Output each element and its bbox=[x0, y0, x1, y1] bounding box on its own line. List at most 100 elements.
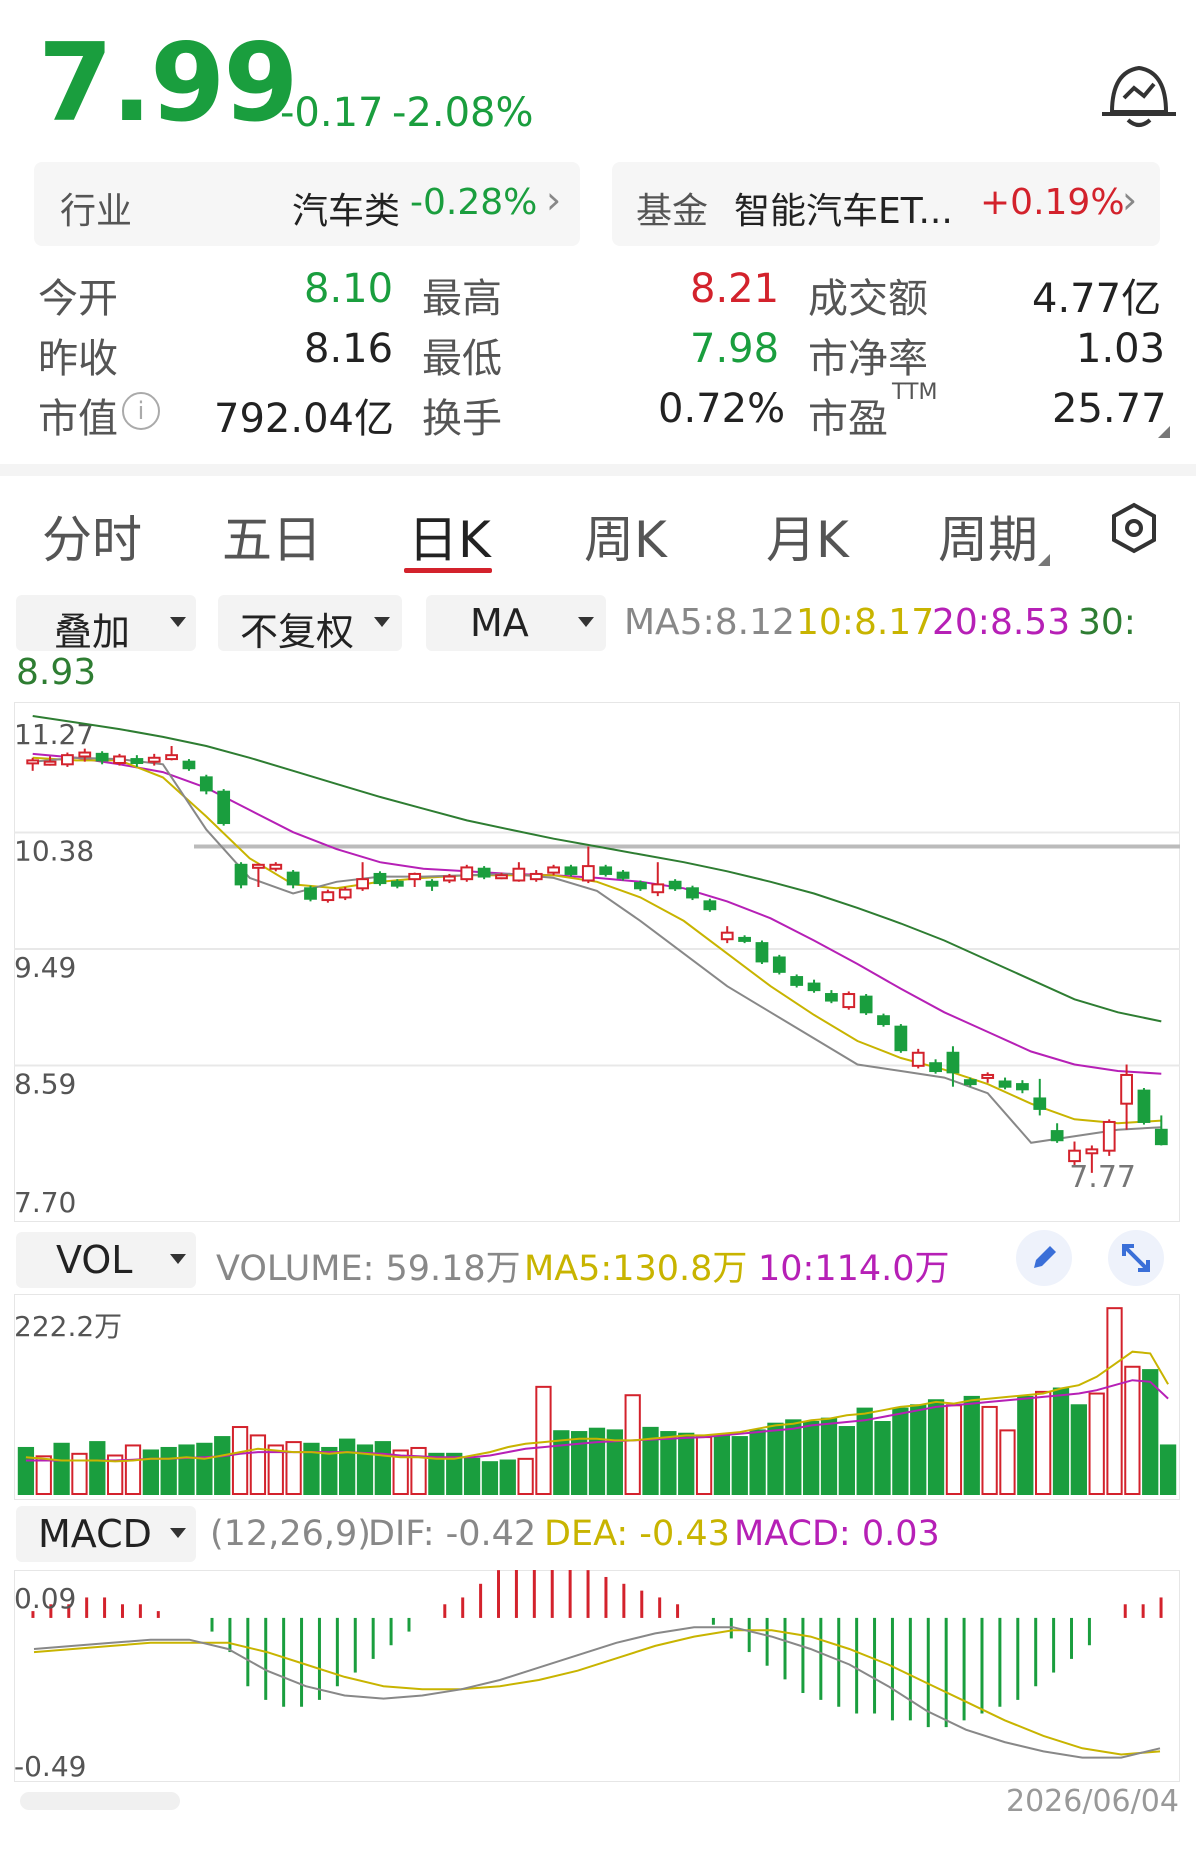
candle-body bbox=[963, 1079, 977, 1086]
candle-body bbox=[703, 900, 717, 911]
fund-change: +0.19% bbox=[980, 182, 1125, 223]
candle-body bbox=[825, 993, 838, 1002]
edit-pencil-icon[interactable] bbox=[1016, 1230, 1072, 1286]
macd-dif: DIF: -0.42 bbox=[368, 1514, 537, 1554]
candle-body bbox=[686, 887, 699, 899]
turnover-value: 0.72% bbox=[658, 386, 786, 432]
candle-body bbox=[842, 993, 856, 1009]
volume-bar bbox=[981, 1405, 998, 1495]
volume-bar bbox=[499, 1459, 516, 1495]
volume-bar bbox=[1070, 1404, 1087, 1495]
period-more-icon[interactable] bbox=[1038, 554, 1050, 566]
chart-frame bbox=[14, 1570, 1180, 1782]
volume-bar bbox=[374, 1441, 391, 1496]
pb-value: 1.03 bbox=[1076, 326, 1166, 372]
volume-ma5: MA5:130.8万 bbox=[524, 1249, 748, 1289]
candle-body bbox=[1033, 1097, 1047, 1110]
amount-label: 成交额 bbox=[808, 276, 928, 322]
expand-corner-icon[interactable] bbox=[1158, 426, 1170, 438]
overlay-label: 叠加 bbox=[54, 610, 131, 654]
volume-bar bbox=[89, 1441, 106, 1496]
candle-body bbox=[1085, 1148, 1099, 1155]
candle-body bbox=[408, 872, 422, 881]
info-icon[interactable]: i bbox=[122, 392, 160, 430]
volume-indicator-dropdown[interactable]: VOL bbox=[16, 1232, 196, 1288]
fullscreen-expand-icon[interactable] bbox=[1108, 1230, 1164, 1286]
ma10-line bbox=[32, 756, 1162, 1125]
chart-scrollbar[interactable] bbox=[20, 1792, 180, 1810]
candle-body bbox=[390, 880, 404, 887]
open-value: 8.10 bbox=[304, 266, 394, 312]
chevron-right-icon: › bbox=[1122, 178, 1138, 222]
volume-ma10: 10:114.0万 bbox=[758, 1249, 950, 1289]
candle-body bbox=[564, 866, 578, 875]
candle-body bbox=[443, 875, 456, 882]
overlay-dropdown[interactable]: 叠加 bbox=[16, 595, 196, 654]
candle-body bbox=[460, 866, 474, 881]
candle-body bbox=[61, 754, 74, 766]
candle-body bbox=[911, 1051, 925, 1067]
pb-label: 市净率 bbox=[808, 336, 928, 382]
industry-label: 行业 bbox=[60, 191, 133, 232]
volume-bar bbox=[1142, 1369, 1159, 1495]
adjust-dropdown[interactable]: 不复权 bbox=[218, 595, 402, 654]
industry-pill[interactable]: 行业 汽车类 -0.28% › bbox=[34, 162, 580, 246]
volume-bar bbox=[571, 1431, 588, 1495]
candle-body bbox=[130, 758, 144, 764]
tab-weekly-k[interactable]: 周K bbox=[584, 500, 667, 572]
candle-body bbox=[859, 995, 873, 1014]
amount-value: 4.77亿 bbox=[1032, 276, 1162, 322]
macd-indicator-dropdown[interactable]: MACD bbox=[16, 1506, 196, 1562]
ma30-legend-value: 8.93 bbox=[16, 652, 97, 693]
volume-bar bbox=[17, 1446, 35, 1496]
candle-body bbox=[634, 882, 647, 890]
ma30-line bbox=[32, 715, 1162, 1023]
ma30-legend-label: 30: bbox=[1078, 602, 1136, 643]
volume-bar bbox=[660, 1431, 677, 1495]
tab-monthly-k[interactable]: 月K bbox=[766, 500, 849, 572]
tab-daily-k[interactable]: 日K bbox=[408, 500, 491, 572]
candle-body bbox=[998, 1080, 1012, 1088]
dif-line bbox=[33, 1626, 1161, 1759]
tab-five-day[interactable]: 五日 bbox=[222, 500, 322, 572]
indicator-dropdown[interactable]: MA bbox=[426, 595, 606, 651]
volume-bar bbox=[160, 1446, 177, 1496]
candle-body bbox=[981, 1073, 995, 1079]
macd-chart[interactable]: 0.09 -0.49 bbox=[14, 1570, 1180, 1782]
price-change: -0.17 bbox=[280, 90, 384, 136]
volume-bar bbox=[767, 1422, 784, 1495]
volume-bar bbox=[678, 1432, 695, 1496]
candle-body bbox=[946, 1051, 960, 1074]
price-alert-bell-icon[interactable] bbox=[1094, 56, 1184, 132]
candle-body bbox=[217, 790, 231, 825]
candle-body bbox=[425, 880, 439, 887]
candle-body bbox=[234, 863, 248, 886]
volume-bar bbox=[874, 1421, 891, 1495]
volume-bar bbox=[963, 1395, 980, 1495]
tab-period[interactable]: 周期 bbox=[938, 500, 1038, 572]
indicator-label: MA bbox=[470, 601, 529, 645]
volume-bar bbox=[142, 1449, 159, 1496]
volume-bar bbox=[749, 1429, 766, 1495]
chart-frame bbox=[14, 702, 1180, 1222]
volume-bar bbox=[910, 1404, 927, 1495]
volume-bar bbox=[785, 1419, 802, 1495]
volume-bar bbox=[945, 1404, 963, 1495]
volume-bar bbox=[999, 1429, 1016, 1495]
industry-change: -0.28% bbox=[410, 182, 538, 223]
volume-chart[interactable]: 222.2万 bbox=[14, 1294, 1180, 1500]
candle-body bbox=[495, 874, 508, 880]
settings-gear-icon[interactable] bbox=[1110, 502, 1158, 558]
macd-selector-label: MACD bbox=[38, 1512, 152, 1556]
last-price: 7.99 bbox=[38, 21, 298, 146]
volume-bar bbox=[410, 1446, 427, 1496]
fund-name: 智能汽车ET... bbox=[734, 191, 953, 232]
candle-body bbox=[338, 888, 352, 899]
fund-pill[interactable]: 基金 智能汽车ET... +0.19% › bbox=[612, 162, 1160, 246]
mcap-value: 792.04亿 bbox=[214, 396, 394, 442]
chevron-down-icon bbox=[170, 1528, 186, 1538]
tab-intraday[interactable]: 分时 bbox=[42, 500, 142, 572]
candlestick-chart[interactable]: 11.2710.389.498.597.707.77 bbox=[14, 702, 1180, 1222]
candle-body bbox=[1016, 1083, 1029, 1091]
price-change-percent: -2.08% bbox=[392, 90, 534, 136]
